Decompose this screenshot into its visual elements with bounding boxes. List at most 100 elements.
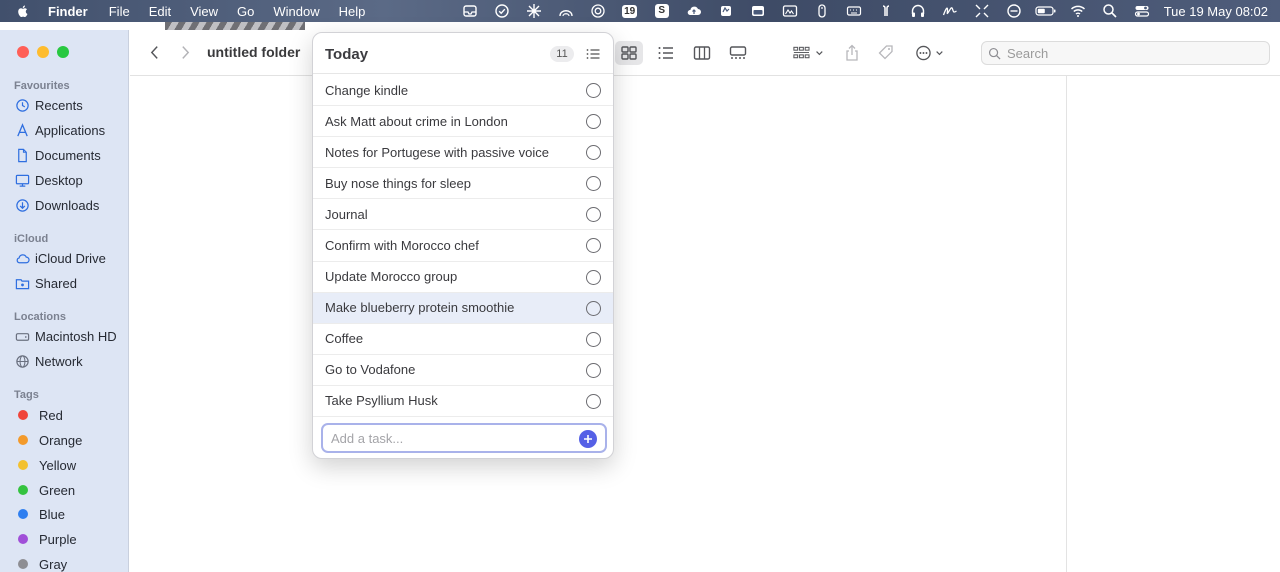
sidebar-tag-purple[interactable]: Purple (14, 529, 77, 549)
battery-icon[interactable] (1034, 0, 1058, 22)
s-app-badge: S (654, 4, 669, 18)
shrink-arrows-icon[interactable] (970, 0, 994, 22)
task-complete-checkbox[interactable] (586, 114, 601, 130)
gallery-view-button[interactable] (728, 41, 748, 65)
share-button[interactable] (842, 41, 862, 65)
sidebar-tag-yellow[interactable]: Yellow (14, 455, 76, 475)
sidebar-item-desktop[interactable]: Desktop (14, 170, 83, 190)
task-complete-checkbox[interactable] (586, 176, 601, 192)
sidebar-item-label: Orange (39, 432, 83, 448)
task-complete-checkbox[interactable] (586, 300, 601, 316)
sidebar-item-network[interactable]: Network (14, 351, 83, 371)
menu-file[interactable]: File (109, 4, 130, 19)
add-task-field[interactable] (321, 423, 607, 453)
task-row[interactable]: Coffee (313, 324, 613, 355)
task-complete-checkbox[interactable] (586, 207, 601, 223)
inbox-icon[interactable] (458, 0, 482, 22)
task-row[interactable]: Confirm with Morocco chef (313, 230, 613, 262)
calendar-date-icon[interactable]: 19 (618, 0, 642, 22)
tag-button[interactable] (876, 41, 896, 65)
menubar-clock[interactable]: Tue 19 May 08:02 (1164, 4, 1268, 19)
focus-icon[interactable] (1002, 0, 1026, 22)
sparkle-icon[interactable] (522, 0, 546, 22)
menu-help[interactable]: Help (339, 4, 366, 19)
sidebar-item-icloud-drive[interactable]: iCloud Drive (14, 248, 106, 268)
menu-view[interactable]: View (190, 4, 218, 19)
keyboard-icon[interactable] (842, 0, 866, 22)
window-icon[interactable] (746, 0, 770, 22)
menu-window[interactable]: Window (273, 4, 319, 19)
apple-menu-icon[interactable] (16, 4, 36, 18)
zoom-window-button[interactable] (57, 46, 69, 58)
list-view-button[interactable] (656, 41, 676, 65)
menu-edit[interactable]: Edit (149, 4, 171, 19)
column-view-button[interactable] (692, 41, 712, 65)
menu-bar: Finder File Edit View Go Window Help 19 … (0, 0, 1280, 22)
task-row[interactable]: Go to Vodafone (313, 355, 613, 386)
arc-icon[interactable] (554, 0, 578, 22)
sidebar-item-shared[interactable]: Shared (14, 273, 77, 293)
spotlight-search-icon[interactable] (1098, 0, 1122, 22)
search-field[interactable] (981, 41, 1270, 65)
image-text-icon[interactable] (778, 0, 802, 22)
task-complete-checkbox[interactable] (586, 362, 601, 378)
sidebar-item-recents[interactable]: Recents (14, 95, 83, 115)
control-center-icon[interactable] (1130, 0, 1154, 22)
task-row[interactable]: Journal (313, 199, 613, 231)
task-row[interactable]: Take Psyllium Husk (313, 386, 613, 418)
task-complete-checkbox[interactable] (586, 393, 601, 409)
task-row-hovered[interactable]: Make blueberry protein smoothie (313, 292, 613, 324)
task-check-icon[interactable] (490, 0, 514, 22)
task-complete-checkbox[interactable] (586, 331, 601, 347)
chatgpt-icon[interactable] (586, 0, 610, 22)
back-button[interactable] (146, 43, 162, 61)
task-row[interactable]: Ask Matt about crime in London (313, 106, 613, 138)
add-task-button[interactable] (579, 430, 597, 448)
task-complete-checkbox[interactable] (586, 145, 601, 161)
task-row[interactable]: Notes for Portugese with passive voice (313, 137, 613, 169)
menu-finder[interactable]: Finder (48, 4, 88, 19)
more-actions-button[interactable] (914, 41, 948, 65)
sidebar-tag-gray[interactable]: Gray (14, 554, 67, 572)
task-title: Journal (325, 206, 368, 222)
task-row[interactable]: Buy nose things for sleep (313, 168, 613, 200)
popover-title: Today (325, 46, 369, 63)
sidebar-item-label: Applications (35, 122, 106, 138)
task-row[interactable]: Change kindle (313, 75, 613, 107)
mouse-icon[interactable] (810, 0, 834, 22)
signature-icon[interactable] (938, 0, 962, 22)
sidebar-tag-blue[interactable]: Blue (14, 504, 65, 524)
menu-go[interactable]: Go (237, 4, 254, 19)
group-by-button[interactable] (791, 41, 827, 65)
add-task-input[interactable] (331, 430, 571, 446)
wifi-icon[interactable] (1066, 0, 1090, 22)
sidebar-tag-red[interactable]: Red (14, 405, 63, 425)
clock-icon (14, 97, 30, 113)
minimize-window-button[interactable] (37, 46, 49, 58)
sidebar-item-label: Yellow (39, 457, 77, 473)
plus-icon (584, 435, 592, 443)
sidebar-item-macintosh-hd[interactable]: Macintosh HD (14, 326, 117, 346)
s-app-icon[interactable]: S (650, 0, 674, 22)
task-title: Update Morocco group (325, 269, 458, 285)
sidebar-item-applications[interactable]: Applications (14, 120, 105, 140)
task-complete-checkbox[interactable] (586, 238, 601, 254)
tag-color-dot (18, 534, 28, 544)
list-options-button[interactable] (585, 46, 601, 62)
task-row[interactable]: Update Morocco group (313, 262, 613, 293)
sidebar-tag-orange[interactable]: Orange (14, 430, 82, 450)
icon-view-button[interactable] (615, 41, 643, 65)
gallery-icon (729, 46, 747, 59)
task-complete-checkbox[interactable] (586, 83, 601, 98)
sidebar-tag-green[interactable]: Green (14, 480, 75, 500)
sidebar-item-downloads[interactable]: Downloads (14, 195, 99, 215)
forward-button[interactable] (177, 43, 193, 61)
close-window-button[interactable] (17, 46, 29, 58)
sidebar-item-documents[interactable]: Documents (14, 145, 101, 165)
hand-icon[interactable] (714, 0, 738, 22)
cloud-upload-icon[interactable] (682, 0, 706, 22)
search-input[interactable] (1007, 45, 1247, 61)
task-complete-checkbox[interactable] (586, 269, 601, 285)
airpods-icon[interactable] (874, 0, 898, 22)
headphones-icon[interactable] (906, 0, 930, 22)
